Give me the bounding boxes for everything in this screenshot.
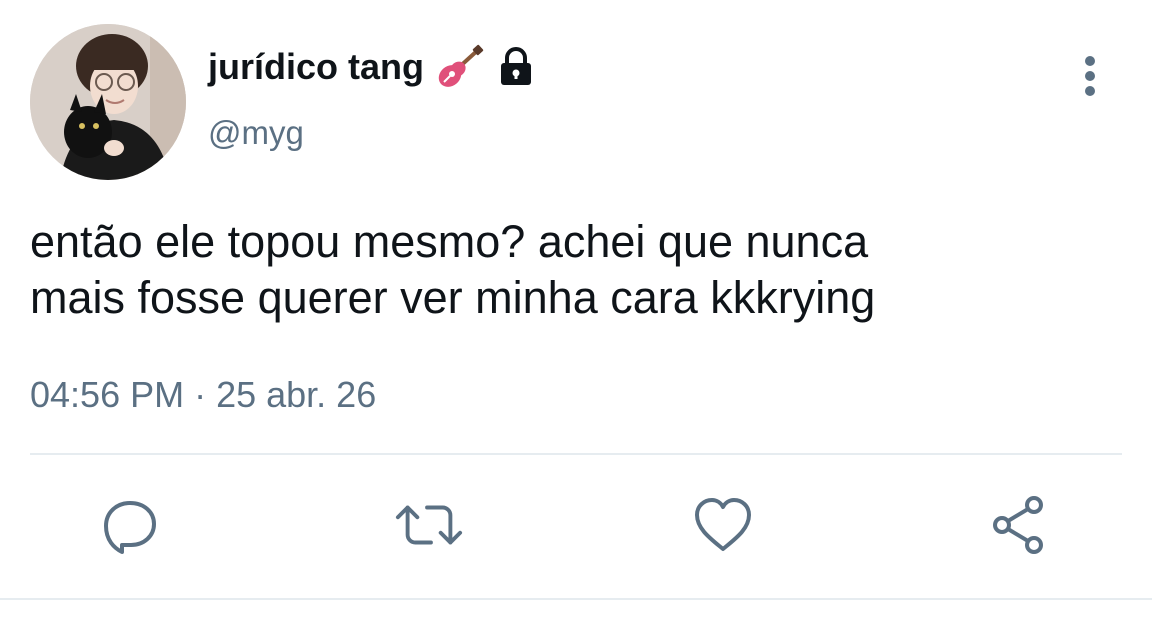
tweet-text-line: mais fosse querer ver minha cara kkkryin… [30, 272, 876, 323]
guitar-icon [434, 44, 484, 90]
more-options-button[interactable] [1070, 52, 1110, 100]
share-button[interactable] [983, 490, 1053, 560]
author-name-row: jurídico tang [208, 42, 538, 92]
retweet-icon [395, 505, 463, 545]
like-button[interactable] [688, 490, 758, 560]
avatar-image [30, 24, 186, 180]
author-handle[interactable]: @myg [208, 114, 304, 152]
divider [30, 453, 1122, 455]
more-dot-icon [1085, 71, 1095, 81]
display-name[interactable]: jurídico tang [208, 46, 424, 88]
more-dot-icon [1085, 56, 1095, 66]
tweet-text-line: então ele topou mesmo? achei que nunca [30, 216, 869, 267]
tweet-card: jurídico tang @myg então ele topou mesmo… [0, 0, 1152, 618]
bottom-divider [0, 598, 1152, 600]
retweet-button[interactable] [394, 490, 464, 560]
avatar[interactable] [30, 24, 186, 180]
more-dot-icon [1085, 86, 1095, 96]
tweet-text: então ele topou mesmo? achei que nunca m… [30, 214, 1120, 326]
lock-icon [494, 45, 538, 89]
action-bar [0, 490, 1152, 560]
share-icon [993, 496, 1043, 554]
like-icon [695, 498, 751, 551]
reply-button[interactable] [95, 490, 165, 560]
tweet-timestamp[interactable]: 04:56 PM · 25 abr. 26 [30, 374, 376, 416]
reply-icon [104, 501, 156, 554]
